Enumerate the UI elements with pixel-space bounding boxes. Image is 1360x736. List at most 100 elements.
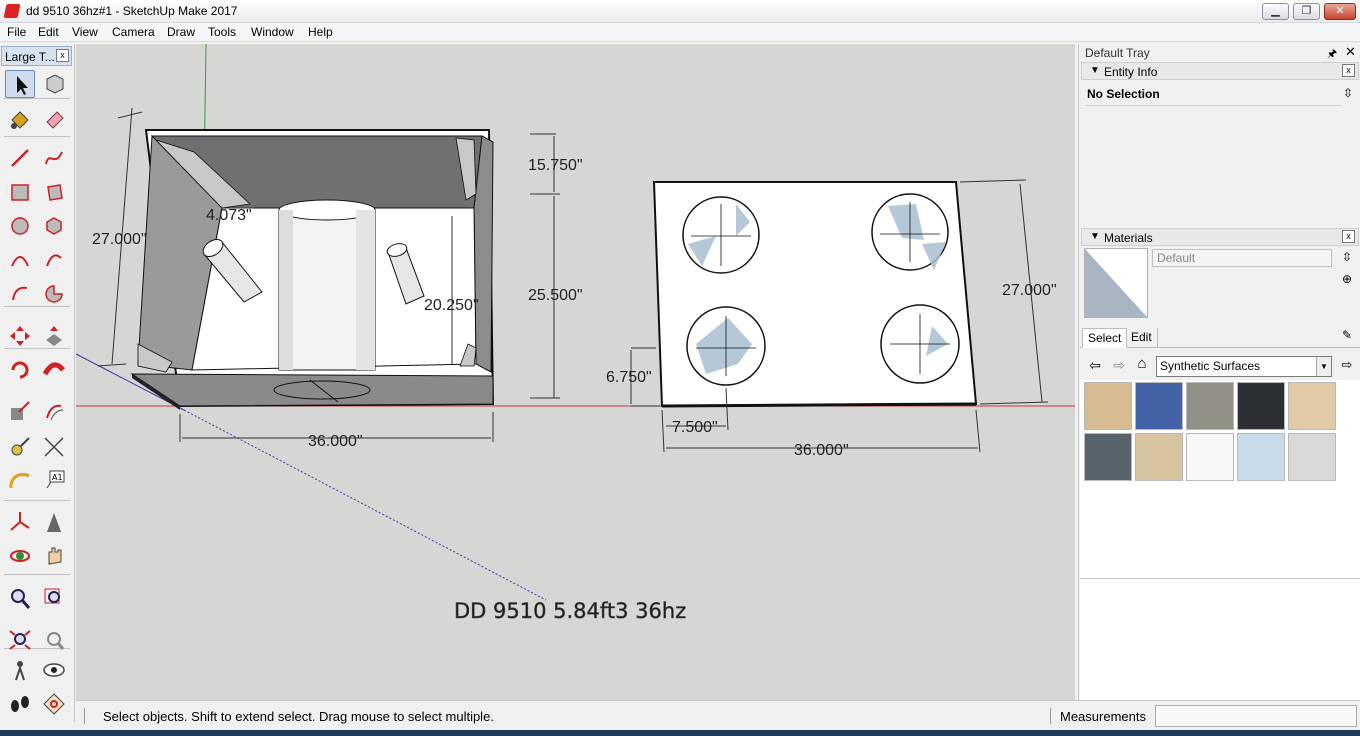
sketchup-logo-icon: [3, 4, 21, 18]
circle-icon[interactable]: [5, 212, 35, 240]
materials-header[interactable]: ▼ Materials x: [1081, 228, 1359, 246]
material-library-value: Synthetic Surfaces: [1160, 359, 1261, 373]
material-swatch[interactable]: [1084, 433, 1132, 481]
zoom-extents-icon[interactable]: [5, 626, 35, 654]
follow-me-icon[interactable]: [39, 356, 69, 384]
dimension-icon[interactable]: [39, 432, 69, 460]
menu-window[interactable]: Window: [251, 25, 294, 39]
measurements-separator: [1050, 708, 1051, 724]
measurements-label: Measurements: [1060, 709, 1146, 724]
dim-offset-vertical: 6.750": [606, 369, 652, 386]
taskbar-strip: [0, 730, 1360, 736]
line-tool-icon[interactable]: [5, 144, 35, 172]
three-point-arc-icon[interactable]: [5, 280, 35, 308]
two-point-arc-icon[interactable]: [39, 246, 69, 274]
previous-view-icon[interactable]: [39, 626, 69, 654]
offset-icon[interactable]: [39, 398, 69, 426]
collapse-arrow-icon[interactable]: ▼: [1090, 65, 1100, 76]
status-hint: Select objects. Shift to extend select. …: [103, 709, 494, 724]
material-swatch[interactable]: [1135, 433, 1183, 481]
freehand-icon[interactable]: [39, 144, 69, 172]
forward-arrow-icon[interactable]: ⇨: [1112, 358, 1126, 372]
pie-icon[interactable]: [39, 280, 69, 308]
look-around-icon[interactable]: [39, 656, 69, 684]
zoom-window-icon[interactable]: [39, 584, 69, 612]
toolbar-separator: [4, 136, 70, 137]
back-arrow-icon[interactable]: ⇦: [1088, 358, 1102, 372]
tab-select[interactable]: Select: [1082, 328, 1128, 348]
restore-button[interactable]: ❐: [1293, 3, 1320, 20]
text-tool-icon[interactable]: A1: [39, 466, 69, 494]
toolbar-header[interactable]: Large T... x: [1, 46, 72, 66]
enclosure-box[interactable]: [130, 129, 495, 410]
walk-icon[interactable]: [5, 690, 35, 718]
move-icon[interactable]: [5, 322, 35, 350]
axes-icon[interactable]: [5, 508, 35, 536]
model-viewport[interactable]: 27.000" 15.750" 25.500" 4.073" 20.250" 3…: [76, 44, 1075, 700]
rotated-rectangle-icon[interactable]: [39, 178, 69, 206]
material-swatch[interactable]: [1237, 433, 1285, 481]
paint-bucket-icon[interactable]: [5, 106, 35, 134]
pan-icon[interactable]: [39, 542, 69, 570]
material-swatch[interactable]: [1084, 382, 1132, 430]
tray-close-icon[interactable]: ✕: [1345, 44, 1356, 60]
materials-title: Materials: [1104, 231, 1153, 245]
current-material-swatch[interactable]: [1084, 248, 1148, 318]
entity-info-close-icon[interactable]: x: [1342, 64, 1355, 77]
materials-close-icon[interactable]: x: [1342, 230, 1355, 243]
menu-file[interactable]: File: [7, 25, 26, 39]
rotate-icon[interactable]: [5, 356, 35, 384]
model-drawing: 27.000" 15.750" 25.500" 4.073" 20.250" 3…: [76, 44, 1075, 624]
material-swatch[interactable]: [1135, 382, 1183, 430]
orbit-icon[interactable]: [5, 542, 35, 570]
scale-icon[interactable]: [5, 398, 35, 426]
collapse-arrow-icon[interactable]: ▼: [1090, 231, 1100, 242]
dim-offset-horizontal: 7.500": [672, 419, 718, 436]
material-name-field[interactable]: Default: [1152, 249, 1332, 267]
model-3d-text[interactable]: DD 9510 5.84ft3 36hz: [454, 599, 687, 624]
material-swatch[interactable]: [1288, 382, 1336, 430]
select-tool-icon[interactable]: [5, 70, 35, 98]
tab-edit[interactable]: Edit: [1126, 328, 1158, 348]
section-plane-icon[interactable]: [39, 690, 69, 718]
create-material-icon[interactable]: ⊕: [1340, 272, 1354, 286]
position-camera-icon[interactable]: [5, 656, 35, 684]
details-arrow-icon[interactable]: ⇨: [1340, 358, 1354, 372]
material-library-select[interactable]: Synthetic Surfaces ▼: [1156, 356, 1332, 377]
zoom-icon[interactable]: [5, 584, 35, 612]
baffle-panel[interactable]: [652, 181, 978, 408]
material-swatch[interactable]: [1237, 382, 1285, 430]
rectangle-icon[interactable]: [5, 178, 35, 206]
menu-camera[interactable]: Camera: [112, 25, 155, 39]
menu-tools[interactable]: Tools: [208, 25, 236, 39]
push-pull-icon[interactable]: [39, 322, 69, 350]
details-toggle-icon[interactable]: ⇳: [1341, 86, 1355, 100]
measurements-input[interactable]: [1155, 705, 1357, 727]
window-title: dd 9510 36hz#1 - SketchUp Make 2017: [26, 4, 238, 18]
home-icon[interactable]: ⌂: [1135, 356, 1149, 371]
menu-view[interactable]: View: [72, 25, 98, 39]
menu-draw[interactable]: Draw: [167, 25, 195, 39]
toolbar-separator: [4, 500, 70, 501]
tape-measure-icon[interactable]: [5, 432, 35, 460]
close-button[interactable]: ✕: [1324, 3, 1356, 20]
menu-edit[interactable]: Edit: [38, 25, 59, 39]
entity-info-header[interactable]: ▼ Entity Info x: [1081, 62, 1359, 80]
protractor-icon[interactable]: [5, 466, 35, 494]
dim-port-bottom: 25.500": [528, 287, 583, 304]
arc-icon[interactable]: [5, 246, 35, 274]
chevron-down-icon[interactable]: ▼: [1316, 357, 1331, 376]
material-swatch[interactable]: [1186, 382, 1234, 430]
tray-header: Default Tray 🖈 ✕: [1079, 44, 1360, 62]
menu-help[interactable]: Help: [308, 25, 333, 39]
polygon-icon[interactable]: [39, 212, 69, 240]
tray-empty-area: [1080, 578, 1360, 700]
minimize-button[interactable]: ▁: [1262, 3, 1289, 20]
toolbar-close-button[interactable]: x: [56, 49, 69, 62]
material-swatch[interactable]: [1288, 433, 1336, 481]
3d-text-icon[interactable]: [39, 508, 69, 536]
details-toggle-icon[interactable]: ⇳: [1340, 250, 1354, 264]
eraser-icon[interactable]: [39, 106, 69, 134]
material-swatch[interactable]: [1186, 433, 1234, 481]
make-component-icon[interactable]: [39, 70, 69, 98]
